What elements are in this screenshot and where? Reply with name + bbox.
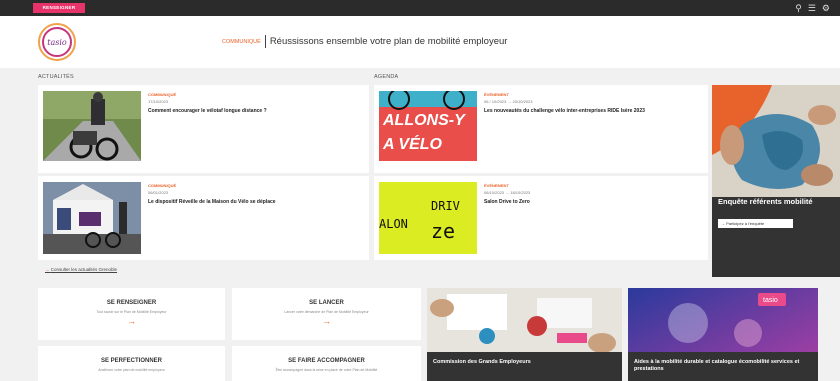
agenda-title[interactable]: Salon Drive to Zero <box>484 199 702 205</box>
search-icon[interactable]: ⚲ <box>795 2 802 14</box>
page-title: Réussissons ensemble votre plan de mobil… <box>269 36 508 47</box>
agenda-card[interactable]: DRIV ALON ze ÉVÉNEMENT 06/10/2023 → 18/1… <box>374 176 708 260</box>
header: tasio COMMUNIQUÉ Réussissons ensemble vo… <box>0 16 840 68</box>
top-icons: ⚲ ☰ ⚙ <box>795 2 830 14</box>
agenda-card[interactable]: ALLONS-Y A VÉLO ÉVÉNEMENT 06 / 10/2023 →… <box>374 85 708 173</box>
cta-title: SE FAIRE ACCOMPAGNER <box>288 358 365 364</box>
cta-card[interactable]: SE FAIRE ACCOMPAGNER Être accompagné dan… <box>232 346 421 381</box>
survey-button[interactable]: → Participez à l'enquête <box>718 219 793 228</box>
more-news-link-label: Consulter les actualités Grenoble <box>50 267 118 272</box>
agenda-section-label: AGENDA <box>374 74 399 80</box>
cta-title: SE RENSEIGNER <box>106 300 157 306</box>
arrow-right-icon: → <box>45 267 50 272</box>
agenda-image-text-1: DRIV <box>431 199 460 213</box>
agenda-image-text-3: ze <box>431 219 455 243</box>
news-date: 06/01/2023 <box>148 190 169 195</box>
agenda-title[interactable]: Les nouveautés du challenge vélo inter-e… <box>484 108 702 114</box>
agenda-date: 06/10/2023 → 18/10/2023 <box>484 190 531 195</box>
arrow-right-icon: → <box>322 316 331 326</box>
puzzle-image <box>712 85 840 197</box>
agenda-image: ALLONS-Y A VÉLO <box>379 91 477 161</box>
logo-text: tasio <box>47 37 67 47</box>
news-category: COMMUNIQUÉ <box>148 92 177 97</box>
cta-subtitle: Améliorer votre plan de mobilité employe… <box>98 368 165 372</box>
cta-card[interactable]: SE LANCER Lancer votre démarche de Plan … <box>232 288 421 340</box>
agenda-category: ÉVÉNEMENT <box>484 92 509 97</box>
news-title[interactable]: Le dispositif Réveille de la Maison du V… <box>148 199 363 205</box>
logo[interactable]: tasio <box>38 23 76 61</box>
cta-card[interactable]: SE PERFECTIONNER Améliorer votre plan de… <box>38 346 225 381</box>
cta-card[interactable]: SE RENSEIGNER Tout savoir sur le Plan de… <box>38 288 225 340</box>
agenda-meta: ÉVÉNEMENT 06 / 10/2023 → 20/10/2023 Les … <box>484 92 702 114</box>
cta-subtitle: Lancer votre démarche de Plan de Mobilit… <box>284 310 369 314</box>
news-title[interactable]: Comment encourager le vélotaf longue dis… <box>148 108 363 114</box>
news-category: COMMUNIQUÉ <box>148 183 177 188</box>
agenda-image-text-1: ALLONS-Y <box>382 112 466 129</box>
top-tag[interactable]: RENSEIGNER <box>33 3 85 13</box>
committee-tile[interactable]: Commission des Grands Employeurs <box>427 288 622 381</box>
arrow-right-icon: → <box>127 316 136 326</box>
survey-panel[interactable]: Enquête référents mobilité → Participez … <box>712 85 840 277</box>
news-card[interactable]: COMMUNIQUÉ 17/10/2023 Comment encourager… <box>38 85 369 173</box>
news-section-label: ACTUALITÉS <box>38 74 74 80</box>
headline: COMMUNIQUÉ Réussissons ensemble votre pl… <box>222 35 507 48</box>
agenda-image-text-2: ALON <box>379 217 408 231</box>
survey-title: Enquête référents mobilité <box>718 197 813 206</box>
menu-icon[interactable]: ☰ <box>808 2 816 14</box>
top-bar: RENSEIGNER ⚲ ☰ ⚙ <box>0 0 840 16</box>
headline-category: COMMUNIQUÉ <box>222 38 261 45</box>
more-news-link[interactable]: → Consulter les actualités Grenoble <box>45 267 117 272</box>
agenda-category: ÉVÉNEMENT <box>484 183 509 188</box>
logo-ring: tasio <box>42 27 72 57</box>
tile-badge: tasio <box>763 297 778 304</box>
account-icon[interactable]: ⚙ <box>822 2 830 14</box>
cta-subtitle: Être accompagné dans la mise en place de… <box>275 368 378 372</box>
news-card[interactable]: COMMUNIQUÉ 06/01/2023 Le dispositif Réve… <box>38 176 369 260</box>
agenda-image-text-2: A VÉLO <box>382 134 443 153</box>
news-date: 17/10/2023 <box>148 99 169 104</box>
tile-caption: Aides à la mobilité durable et catalogue… <box>628 352 818 381</box>
news-meta: COMMUNIQUÉ 06/01/2023 Le dispositif Réve… <box>148 183 363 205</box>
news-image <box>43 182 141 254</box>
agenda-meta: ÉVÉNEMENT 06/10/2023 → 18/10/2023 Salon … <box>484 183 702 205</box>
tile-caption: Commission des Grands Employeurs <box>427 352 622 381</box>
survey-button-label: Participez à l'enquête <box>726 221 765 226</box>
arrow-right-icon: → <box>721 221 725 226</box>
news-image <box>43 91 141 161</box>
cta-subtitle: Tout savoir sur le Plan de Mobilité Empl… <box>96 310 167 314</box>
news-meta: COMMUNIQUÉ 17/10/2023 Comment encourager… <box>148 92 363 114</box>
agenda-image: DRIV ALON ze <box>379 182 477 254</box>
aid-catalogue-tile[interactable]: tasio Aides à la mobilité durable et cat… <box>628 288 818 381</box>
headline-divider <box>264 35 266 48</box>
agenda-date: 06 / 10/2023 → 20/10/2023 <box>484 99 533 104</box>
cta-title: SE PERFECTIONNER <box>100 358 162 364</box>
cta-title: SE LANCER <box>309 300 344 306</box>
